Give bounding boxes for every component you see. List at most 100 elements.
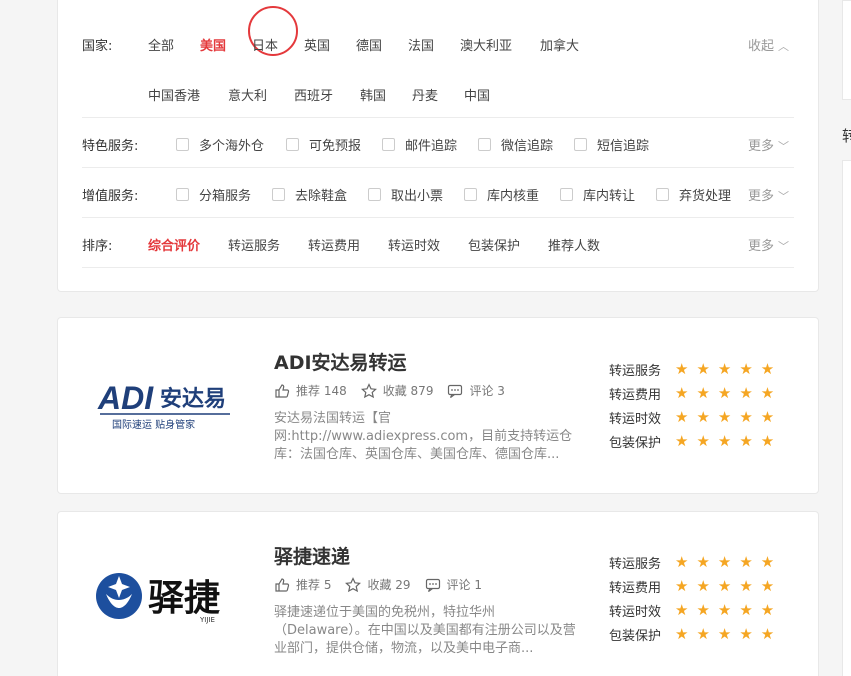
more-label: 更多 <box>748 139 775 154</box>
sort-option-service[interactable]: 转运服务 <box>228 235 280 254</box>
country-option-japan[interactable]: 日本 <box>252 35 278 54</box>
checkbox[interactable] <box>286 138 299 151</box>
checkbox[interactable] <box>560 188 573 201</box>
recommend-stat[interactable]: 推荐 148 <box>274 382 347 399</box>
feature-checkbox-no-forecast[interactable]: 可免预报 <box>286 135 361 154</box>
feature-checkbox-sms-tracking[interactable]: 短信追踪 <box>574 135 649 154</box>
forwarder-card-adi[interactable]: ADI 安达易 国际速运 贴身管家 ADI安达易转运 推荐 148 收藏 879… <box>57 317 819 494</box>
rating-stars: ★★★★★ <box>675 432 783 450</box>
checkbox-label: 邮件追踪 <box>405 139 458 154</box>
adi-logo-brand: 安达易 <box>160 386 226 412</box>
rating-label: 转运费用 <box>609 580 662 596</box>
card-title[interactable]: ADI安达易转运 <box>274 348 407 375</box>
country-option-italy[interactable]: 意大利 <box>228 85 267 104</box>
recommend-stat[interactable]: 推荐 5 <box>274 576 331 593</box>
checkbox[interactable] <box>176 138 189 151</box>
comment-count: 评论 1 <box>446 578 482 592</box>
adi-logo-slogan: 国际速运 贴身管家 <box>112 418 195 431</box>
country-option-china[interactable]: 中国 <box>464 85 490 104</box>
country-option-australia[interactable]: 澳大利亚 <box>460 35 512 54</box>
country-option-korea[interactable]: 韩国 <box>360 85 386 104</box>
yijie-logo[interactable]: 驿捷 YIJIE <box>94 564 244 630</box>
checkbox-label: 弃货处理 <box>679 189 732 204</box>
card-description: 驿捷速递位于美国的免税州，特拉华州（Delaware）。在中国以及美国都有注册公… <box>274 605 576 656</box>
recommend-count: 推荐 148 <box>296 384 347 398</box>
checkbox[interactable] <box>272 188 285 201</box>
feature-checkbox-mail-tracking[interactable]: 邮件追踪 <box>382 135 457 154</box>
rating-label: 转运时效 <box>609 411 662 427</box>
rating-row: 转运服务 ★★★★★ <box>609 357 782 381</box>
yijie-logo-brand: 驿捷 <box>148 578 220 619</box>
country-option-denmark[interactable]: 丹麦 <box>412 85 438 104</box>
thumbs-up-icon <box>275 577 290 592</box>
country-option-germany[interactable]: 德国 <box>356 35 382 54</box>
recommend-count: 推荐 5 <box>296 578 332 592</box>
country-option-hongkong[interactable]: 中国香港 <box>148 85 200 104</box>
features-more-toggle[interactable]: 更多 ﹀ <box>748 135 789 154</box>
rating-label: 转运时效 <box>609 604 662 620</box>
rating-stars: ★★★★★ <box>675 601 783 619</box>
rating-row: 转运费用 ★★★★★ <box>609 574 782 598</box>
sort-more-toggle[interactable]: 更多 ﹀ <box>748 235 789 254</box>
checkbox[interactable] <box>176 188 189 201</box>
comment-stat[interactable]: 评论 1 <box>425 576 482 593</box>
yijie-logo-sub: YIJIE <box>199 616 215 624</box>
sort-label: 排序: <box>82 239 113 254</box>
rating-row: 转运费用 ★★★★★ <box>609 381 782 405</box>
favorite-stat[interactable]: 收藏 29 <box>345 576 411 593</box>
service-checkbox-abandon[interactable]: 弃货处理 <box>656 185 731 204</box>
rating-stars: ★★★★★ <box>675 408 783 426</box>
service-checkbox-remove-shoebox[interactable]: 去除鞋盒 <box>272 185 347 204</box>
service-checkbox-remove-receipt[interactable]: 取出小票 <box>368 185 443 204</box>
sort-option-recommenders[interactable]: 推荐人数 <box>548 235 600 254</box>
checkbox-label: 短信追踪 <box>597 139 650 154</box>
checkbox[interactable] <box>382 138 395 151</box>
adi-logo[interactable]: ADI 安达易 国际速运 贴身管家 <box>94 376 234 440</box>
checkbox[interactable] <box>574 138 587 151</box>
favorite-stat[interactable]: 收藏 879 <box>360 382 433 399</box>
rating-row: 转运时效 ★★★★★ <box>609 598 782 622</box>
checkbox-label: 多个海外仓 <box>199 139 265 154</box>
feature-checkbox-multi-warehouse[interactable]: 多个海外仓 <box>176 135 264 154</box>
card-title[interactable]: 驿捷速递 <box>274 542 350 569</box>
rating-row: 转运时效 ★★★★★ <box>609 405 782 429</box>
card-description: 安达易法国转运【官网:http://www.adiexpress.com，目前支… <box>274 411 573 462</box>
rating-label: 转运服务 <box>609 363 662 379</box>
rating-label: 转运费用 <box>609 387 662 403</box>
checkbox[interactable] <box>464 188 477 201</box>
rating-row: 包装保护 ★★★★★ <box>609 622 782 646</box>
checkbox[interactable] <box>656 188 669 201</box>
ratings-panel: 转运服务 ★★★★★ 转运费用 ★★★★★ 转运时效 ★★★★★ 包装保护 ★★★★★ <box>609 550 782 646</box>
divider <box>82 167 794 168</box>
country-option-spain[interactable]: 西班牙 <box>294 85 333 104</box>
sort-option-packaging[interactable]: 包装保护 <box>468 235 520 254</box>
rating-stars: ★★★★★ <box>675 553 783 571</box>
side-panel-title: 转 <box>842 127 851 145</box>
sort-option-cost[interactable]: 转运费用 <box>308 235 360 254</box>
card-stats: 推荐 5 收藏 29 评论 1 <box>274 576 496 593</box>
checkbox[interactable] <box>478 138 491 151</box>
service-checkbox-transfer[interactable]: 库内转让 <box>560 185 635 204</box>
chevron-down-icon: ﹀ <box>778 240 790 253</box>
value-added-more-toggle[interactable]: 更多 ﹀ <box>748 185 789 204</box>
country-option-canada[interactable]: 加拿大 <box>540 35 579 54</box>
checkbox-label: 取出小票 <box>391 189 444 204</box>
service-checkbox-split-box[interactable]: 分箱服务 <box>176 185 251 204</box>
sort-option-overall[interactable]: 综合评价 <box>148 235 200 254</box>
service-checkbox-weight-check[interactable]: 库内核重 <box>464 185 539 204</box>
country-option-us[interactable]: 美国 <box>200 35 226 54</box>
country-option-france[interactable]: 法国 <box>408 35 434 54</box>
country-option-uk[interactable]: 英国 <box>304 35 330 54</box>
adi-logo-mark: ADI <box>97 380 154 416</box>
more-label: 更多 <box>748 239 775 254</box>
country-option-all[interactable]: 全部 <box>148 35 174 54</box>
country-collapse-toggle[interactable]: 收起 ︿ <box>748 35 789 54</box>
sort-option-speed[interactable]: 转运时效 <box>388 235 440 254</box>
forwarder-card-yijie[interactable]: 驿捷 YIJIE 驿捷速递 推荐 5 收藏 29 评论 1 驿捷速递位于美国的免… <box>57 511 819 676</box>
comment-stat[interactable]: 评论 3 <box>447 382 505 399</box>
filter-panel: 国家: 全部 美国 日本 英国 德国 法国 澳大利亚 加拿大 收起 ︿ 中国香港 … <box>57 0 819 292</box>
checkbox[interactable] <box>368 188 381 201</box>
favorite-count: 收藏 29 <box>367 578 411 592</box>
feature-checkbox-wechat-tracking[interactable]: 微信追踪 <box>478 135 553 154</box>
chevron-down-icon: ﹀ <box>778 140 790 153</box>
